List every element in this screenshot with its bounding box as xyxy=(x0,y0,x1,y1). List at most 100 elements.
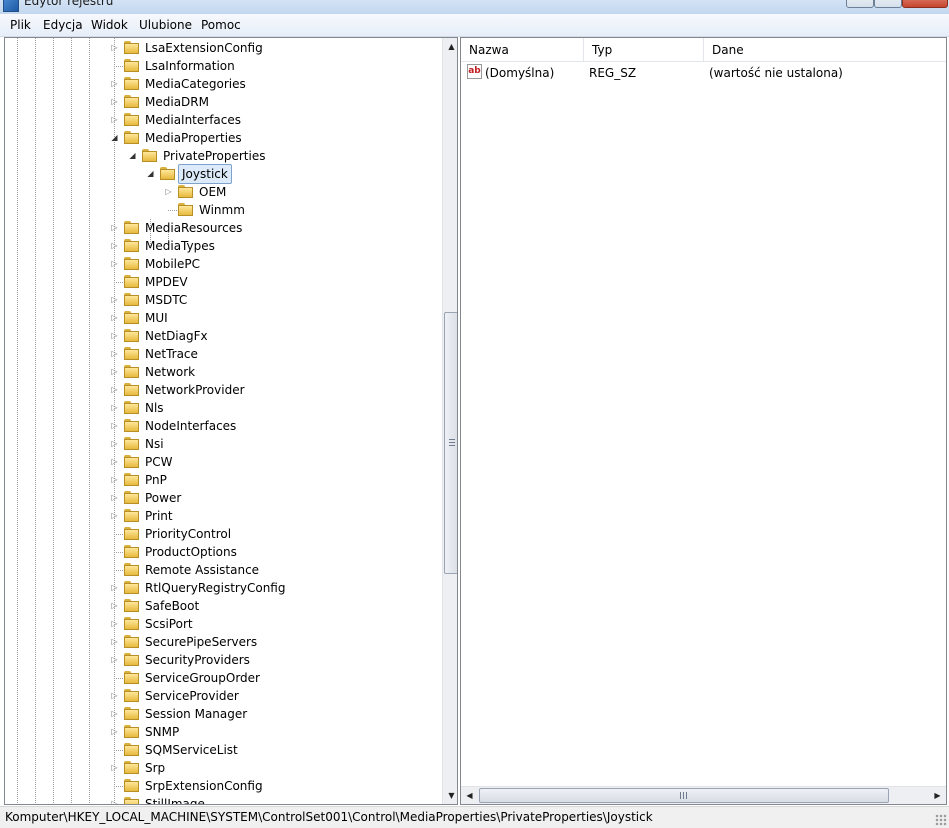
expand-arrow-icon[interactable]: ▷ xyxy=(110,471,119,489)
expand-arrow-icon[interactable]: ▷ xyxy=(110,633,119,651)
tree-node[interactable]: ▷ RtlQueryRegistryConfig xyxy=(5,579,441,597)
tree-node[interactable]: ▷ MediaResources xyxy=(5,219,441,237)
tree-node[interactable]: ▷ SecurePipeServers xyxy=(5,633,441,651)
tree-node-label[interactable]: NetworkProvider xyxy=(142,381,248,399)
expand-arrow-icon[interactable]: ▷ xyxy=(110,453,119,471)
column-header-dane[interactable]: Dane xyxy=(704,38,946,62)
tree-node[interactable]: ▷ OEM xyxy=(5,183,441,201)
tree-node-label[interactable]: ProductOptions xyxy=(142,543,240,561)
tree-node[interactable]: ▷ ScsiPort xyxy=(5,615,441,633)
expand-arrow-icon[interactable]: ▷ xyxy=(110,111,119,129)
expand-arrow-icon[interactable]: ▷ xyxy=(110,327,119,345)
expand-arrow-icon[interactable]: ▷ xyxy=(110,687,119,705)
collapse-arrow-icon[interactable]: ◢ xyxy=(146,165,155,183)
tree-node[interactable]: ▷ Nls xyxy=(5,399,441,417)
tree-node-label[interactable]: ScsiPort xyxy=(142,615,196,633)
menu-plik[interactable]: Plik xyxy=(10,18,31,32)
tree-node-label[interactable]: MUI xyxy=(142,309,171,327)
tree-node[interactable]: Winmm xyxy=(5,201,441,219)
tree-node[interactable]: ◢ MediaProperties xyxy=(5,129,441,147)
maximize-button[interactable] xyxy=(874,0,902,8)
tree-node[interactable]: ▷ MSDTC xyxy=(5,291,441,309)
tree-node-label[interactable]: SecurePipeServers xyxy=(142,633,260,651)
tree-node-label[interactable]: Nsi xyxy=(142,435,167,453)
tree-node[interactable]: ◢ PrivateProperties xyxy=(5,147,441,165)
expand-arrow-icon[interactable]: ▷ xyxy=(110,651,119,669)
minimize-button[interactable] xyxy=(846,0,874,8)
tree-node-label[interactable]: SrpExtensionConfig xyxy=(142,777,266,795)
expand-arrow-icon[interactable]: ▷ xyxy=(110,597,119,615)
tree-node-label[interactable]: MediaDRM xyxy=(142,93,212,111)
tree-node[interactable]: ▷ SecurityProviders xyxy=(5,651,441,669)
tree-node[interactable]: ProductOptions xyxy=(5,543,441,561)
tree-node[interactable]: ▷ NetTrace xyxy=(5,345,441,363)
expand-arrow-icon[interactable]: ▷ xyxy=(110,345,119,363)
tree-node-label[interactable]: MediaCategories xyxy=(142,75,249,93)
tree-node-label[interactable]: ServiceGroupOrder xyxy=(142,669,263,687)
expand-arrow-icon[interactable]: ▷ xyxy=(110,435,119,453)
tree-node[interactable]: ▷ NetDiagFx xyxy=(5,327,441,345)
tree-node[interactable]: ▷ NodeInterfaces xyxy=(5,417,441,435)
tree-node-label[interactable]: OEM xyxy=(196,183,229,201)
tree-node[interactable]: ▷ Network xyxy=(5,363,441,381)
menu-ulubione[interactable]: Ulubione xyxy=(139,18,192,32)
tree-node-label[interactable]: Srp xyxy=(142,759,168,777)
collapse-arrow-icon[interactable]: ◢ xyxy=(110,129,119,147)
tree-node-label[interactable]: Winmm xyxy=(196,201,248,219)
expand-arrow-icon[interactable]: ▷ xyxy=(110,219,119,237)
tree-node-label[interactable]: PriorityControl xyxy=(142,525,234,543)
menu-edycja[interactable]: Edycja xyxy=(43,18,83,32)
expand-arrow-icon[interactable]: ▷ xyxy=(110,759,119,777)
tree-node[interactable]: MPDEV xyxy=(5,273,441,291)
tree-node-label[interactable]: SafeBoot xyxy=(142,597,202,615)
expand-arrow-icon[interactable]: ▷ xyxy=(110,417,119,435)
menu-pomoc[interactable]: Pomoc xyxy=(201,18,241,32)
expand-arrow-icon[interactable]: ▷ xyxy=(110,255,119,273)
expand-arrow-icon[interactable]: ▷ xyxy=(110,507,119,525)
expand-arrow-icon[interactable]: ▷ xyxy=(110,723,119,741)
tree-node-label[interactable]: RtlQueryRegistryConfig xyxy=(142,579,288,597)
tree-node[interactable]: ◢ Joystick xyxy=(5,164,441,184)
expand-arrow-icon[interactable]: ▷ xyxy=(110,39,119,57)
scroll-left-arrow-icon[interactable]: ◀ xyxy=(461,787,478,804)
tree-node[interactable]: ▷ NetworkProvider xyxy=(5,381,441,399)
list-scroll-thumb[interactable] xyxy=(479,788,889,803)
tree-node-label[interactable]: MediaProperties xyxy=(142,129,245,147)
tree-node-label[interactable]: SecurityProviders xyxy=(142,651,253,669)
tree-vertical-scrollbar[interactable]: ▲ ▼ xyxy=(442,38,457,804)
tree-node-label[interactable]: Session Manager xyxy=(142,705,250,723)
tree-node-label[interactable]: NetTrace xyxy=(142,345,201,363)
tree-node[interactable]: ServiceGroupOrder xyxy=(5,669,441,687)
value-data[interactable]: (wartość nie ustalona) xyxy=(709,64,843,82)
tree-node[interactable]: ▷ MediaDRM xyxy=(5,93,441,111)
resize-grip-icon[interactable] xyxy=(935,814,947,826)
tree-node-label[interactable]: Joystick xyxy=(178,164,232,184)
tree-node-label[interactable]: NodeInterfaces xyxy=(142,417,239,435)
tree-node-label[interactable]: Print xyxy=(142,507,176,525)
tree-node[interactable]: ▷ Print xyxy=(5,507,441,525)
tree-scroll-thumb[interactable] xyxy=(444,312,457,574)
tree-node[interactable]: ▷ Nsi xyxy=(5,435,441,453)
expand-arrow-icon[interactable]: ▷ xyxy=(110,489,119,507)
tree-node[interactable]: ▷ MediaCategories xyxy=(5,75,441,93)
tree-node[interactable]: ▷ StillImage xyxy=(5,795,441,804)
tree-node[interactable]: LsaInformation xyxy=(5,57,441,75)
tree-node-label[interactable]: MediaInterfaces xyxy=(142,111,244,129)
tree-node[interactable]: ▷ LsaExtensionConfig xyxy=(5,39,441,57)
tree-node-label[interactable]: MediaTypes xyxy=(142,237,218,255)
tree-node-label[interactable]: MSDTC xyxy=(142,291,190,309)
tree-node[interactable]: SrpExtensionConfig xyxy=(5,777,441,795)
tree-node-label[interactable]: MobilePC xyxy=(142,255,203,273)
expand-arrow-icon[interactable]: ▷ xyxy=(110,579,119,597)
column-header-nazwa[interactable]: Nazwa xyxy=(461,38,584,62)
list-horizontal-scrollbar[interactable]: ◀ ▶ xyxy=(461,786,946,804)
tree-node[interactable]: ▷ MobilePC xyxy=(5,255,441,273)
tree-node[interactable]: ▷ PnP xyxy=(5,471,441,489)
registry-key-tree[interactable]: ▷ LsaExtensionConfig LsaInformation ▷ MediaC… xyxy=(4,37,458,805)
expand-arrow-icon[interactable]: ▷ xyxy=(110,309,119,327)
tree-node[interactable]: ▷ PCW xyxy=(5,453,441,471)
tree-node[interactable]: ▷ Power xyxy=(5,489,441,507)
value-type[interactable]: REG_SZ xyxy=(589,64,636,82)
expand-arrow-icon[interactable]: ▷ xyxy=(110,795,119,804)
tree-node-label[interactable]: StillImage xyxy=(142,795,208,804)
